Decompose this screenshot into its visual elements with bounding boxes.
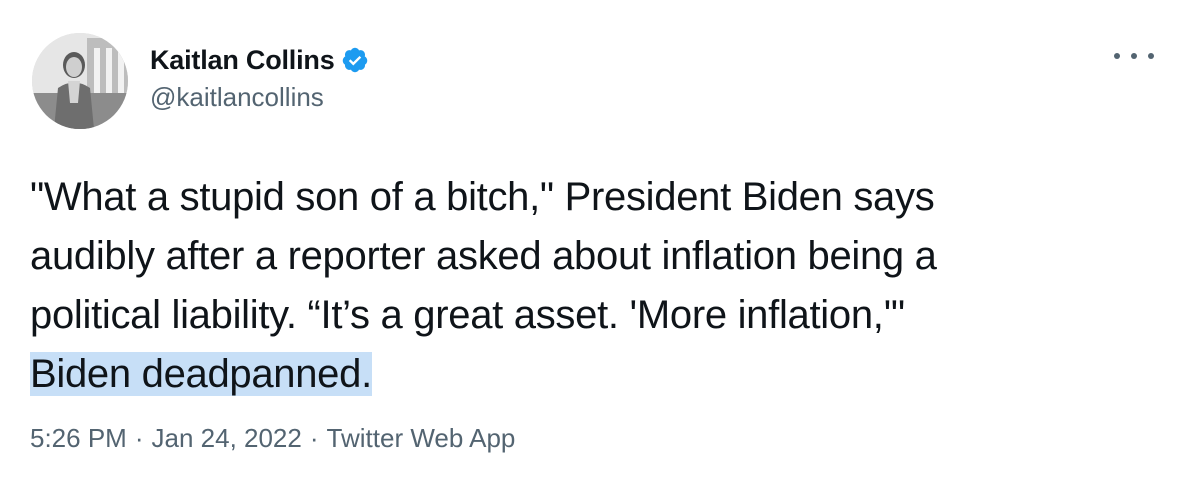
author-handle[interactable]: @kaitlancollins [150, 82, 369, 113]
tweet-time[interactable]: 5:26 PM [30, 423, 127, 454]
dot [1131, 53, 1137, 59]
tweet-text-line: political liability. “It’s a great asset… [30, 293, 905, 337]
selected-text-highlight: Biden deadpanned. [30, 352, 372, 396]
author-avatar[interactable] [32, 33, 128, 129]
more-options-icon[interactable] [1114, 44, 1154, 68]
author-info: Kaitlan Collins @kaitlancollins [150, 42, 369, 113]
author-display-name[interactable]: Kaitlan Collins [150, 45, 335, 76]
tweet-card: Kaitlan Collins @kaitlancollins "What a … [0, 0, 1184, 482]
meta-separator: · [309, 423, 319, 453]
avatar-photo-icon [32, 33, 128, 129]
meta-separator: · [134, 423, 144, 453]
dot [1114, 53, 1120, 59]
author-name-row: Kaitlan Collins [150, 42, 369, 78]
tweet-text: "What a stupid son of a bitch," Presiden… [30, 168, 1160, 404]
tweet-text-line-last: Biden deadpanned. [30, 345, 1160, 404]
tweet-text-line: audibly after a reporter asked about inf… [30, 234, 937, 278]
dot [1148, 53, 1154, 59]
tweet-text-line: "What a stupid son of a bitch," Presiden… [30, 175, 935, 219]
tweet-source[interactable]: Twitter Web App [327, 423, 516, 454]
tweet-date[interactable]: Jan 24, 2022 [152, 423, 302, 454]
tweet-metadata: 5:26 PM · Jan 24, 2022 · Twitter Web App [30, 423, 515, 454]
verified-badge-icon [341, 46, 369, 74]
